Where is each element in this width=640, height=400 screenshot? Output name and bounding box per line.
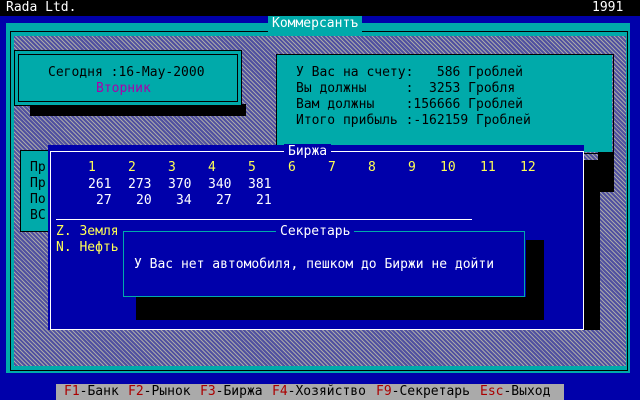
left-label: По xyxy=(30,192,46,207)
secretary-shadow-bottom xyxy=(136,296,544,320)
exchange-header: 11 xyxy=(480,160,496,175)
fkey-code: F1 xyxy=(64,384,80,399)
fkey-code: F2 xyxy=(128,384,144,399)
exchange-header: 4 xyxy=(208,160,216,175)
fkey-label: -Секретарь xyxy=(391,384,478,399)
quantity-cell: 34 xyxy=(176,193,192,208)
fkey-code: F4 xyxy=(272,384,288,399)
exchange-header: 2 xyxy=(128,160,136,175)
quantity-cell: 27 xyxy=(96,193,112,208)
exchange-header: 6 xyxy=(288,160,296,175)
exchange-item-oil[interactable]: N. Нефть xyxy=(56,240,119,256)
left-label: Пр xyxy=(30,160,46,175)
secretary-shadow-right xyxy=(524,240,544,320)
fkey-label: -Биржа xyxy=(215,384,271,399)
fkey-market-button[interactable]: F2-Рынок xyxy=(128,384,198,400)
fkey-label: -Банк xyxy=(79,384,127,399)
exchange-header: 10 xyxy=(440,160,456,175)
fkey-label: -Хозяйство xyxy=(287,384,374,399)
account-line: Вы должны : 3253 Гробля xyxy=(296,81,516,96)
price-cell: 381 xyxy=(248,177,272,192)
exchange-item-land[interactable]: Z. Земля xyxy=(56,224,119,240)
fkey-code: Esc xyxy=(480,384,504,399)
date-line: Сегодня :16-May-2000 xyxy=(48,65,205,80)
secretary-message: У Вас нет автомобиля, пешком до Биржи не… xyxy=(134,257,495,272)
exchange-header: 8 xyxy=(368,160,376,175)
exchange-divider xyxy=(56,219,472,220)
exchange-shadow xyxy=(584,160,600,330)
top-bar xyxy=(0,0,640,16)
quantity-cell: 20 xyxy=(136,193,152,208)
exchange-header: 7 xyxy=(328,160,336,175)
exchange-header: 9 xyxy=(408,160,416,175)
account-panel-shadow xyxy=(598,152,614,192)
fkey-bank-button[interactable]: F1-Банк xyxy=(64,384,127,400)
exchange-title: Биржа xyxy=(284,144,332,160)
secretary-title: Секретарь xyxy=(276,224,355,240)
year-label: 1991 xyxy=(592,0,624,15)
account-line: У Вас на счету: 586 Гроблей xyxy=(296,65,523,80)
exchange-header: 12 xyxy=(520,160,536,175)
fkey-code: F9 xyxy=(376,384,392,399)
fkey-household-button[interactable]: F4-Хозяйство xyxy=(272,384,374,400)
fkey-exit-button[interactable]: Esc-Выход xyxy=(480,384,550,400)
price-cell: 261 xyxy=(88,177,112,192)
quantity-cell: 21 xyxy=(256,193,272,208)
exchange-header: 3 xyxy=(168,160,176,175)
fkey-label: -Рынок xyxy=(143,384,199,399)
price-cell: 340 xyxy=(208,177,232,192)
fkey-label: -Выход xyxy=(503,384,551,399)
account-line: Вам должны :156666 Гроблей xyxy=(296,97,523,112)
left-label: ВС xyxy=(30,208,46,223)
fkey-secretary-button[interactable]: F9-Секретарь xyxy=(376,384,478,400)
weekday-label: Вторник xyxy=(96,81,151,96)
company-name: Rada Ltd. xyxy=(6,0,77,15)
fkey-exchange-button[interactable]: F3-Биржа xyxy=(200,384,270,400)
quantity-cell: 27 xyxy=(216,193,232,208)
left-label: Пр xyxy=(30,176,46,191)
fkey-code: F3 xyxy=(200,384,216,399)
account-line: Итого прибыль :-162159 Гроблей xyxy=(296,113,531,128)
exchange-header: 1 xyxy=(88,160,96,175)
main-title: Коммерсантъ xyxy=(268,16,363,32)
exchange-header: 5 xyxy=(248,160,256,175)
price-cell: 273 xyxy=(128,177,152,192)
price-cell: 370 xyxy=(168,177,192,192)
